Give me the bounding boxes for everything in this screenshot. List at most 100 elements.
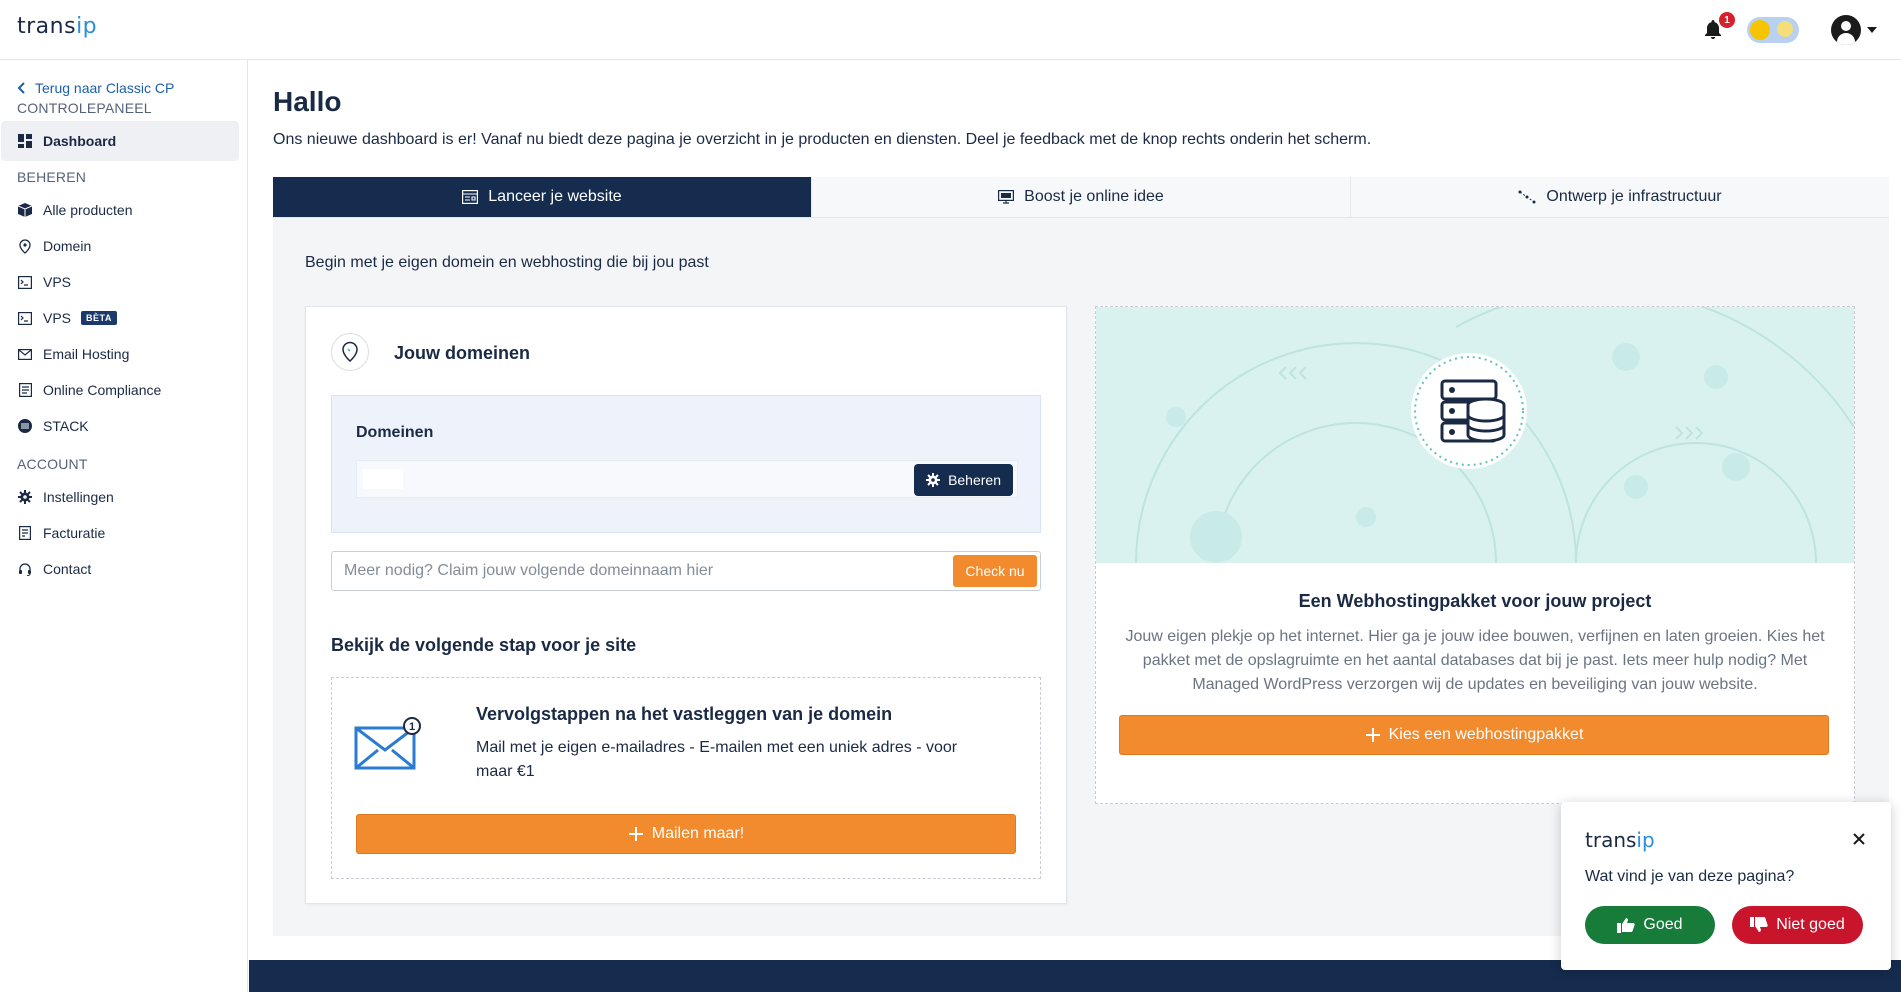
tab-label: Boost je online idee <box>1024 188 1164 205</box>
location-pin-icon <box>17 238 33 254</box>
notifications-button[interactable]: 1 <box>1701 12 1735 42</box>
domains-card-title: Jouw domeinen <box>394 343 531 363</box>
logo-text-ip: ip <box>76 14 98 39</box>
sidebar-item-label: Facturatie <box>43 525 106 541</box>
top-bar: transip 1 <box>0 0 1901 60</box>
sidebar-item-label: Instellingen <box>43 489 114 505</box>
tab-launch-website[interactable]: Lanceer je website <box>273 177 812 217</box>
terminal-icon <box>17 310 33 326</box>
sidebar-item-email-hosting[interactable]: Email Hosting <box>1 334 239 374</box>
next-step-title: Bekijk de volgende stap voor je site <box>331 635 637 655</box>
sidebar-item-contact[interactable]: Contact <box>1 549 239 589</box>
close-feedback-button[interactable] <box>1849 830 1869 850</box>
sidebar-item-online-compliance[interactable]: Online Compliance <box>1 370 239 410</box>
moon-icon <box>1777 21 1793 37</box>
document-icon <box>17 382 33 398</box>
plus-icon <box>628 827 643 841</box>
next-step-heading: Vervolgstappen na het vastleggen van je … <box>476 704 893 724</box>
tab-label: Ontwerp je infrastructuur <box>1546 188 1722 205</box>
feedback-question: Wat vind je van deze pagina? <box>1585 868 1795 885</box>
sidebar-item-vps[interactable]: VPS <box>1 262 239 302</box>
logo-text-trans: trans <box>17 14 77 39</box>
account-menu[interactable] <box>1831 15 1877 45</box>
theme-toggle[interactable] <box>1747 17 1799 43</box>
sidebar-item-all-products[interactable]: Alle producten <box>1 190 239 230</box>
gear-icon <box>17 489 33 505</box>
beta-badge: BÈTA <box>81 311 117 325</box>
mail-notification-icon: 1 <box>354 717 421 770</box>
back-link-label: Terug naar Classic CP <box>35 80 175 96</box>
transip-logo[interactable]: transip <box>17 14 97 39</box>
domains-card: Jouw domeinen Domeinen Beheren Check nu … <box>305 306 1067 904</box>
page-title: Hallo <box>273 86 342 117</box>
next-step-box: 1 Vervolgstappen na het vastleggen van j… <box>331 677 1041 879</box>
headset-icon <box>17 561 33 577</box>
start-mailing-label: Mailen maar! <box>651 825 745 842</box>
manage-domains-button[interactable]: Beheren <box>914 464 1013 496</box>
sidebar-item-label: Domein <box>43 238 92 254</box>
claim-domain-input[interactable] <box>332 552 932 590</box>
check-domain-button[interactable]: Check nu <box>953 555 1037 587</box>
sidebar: Terug naar Classic CP CONTROLEPANEEL Das… <box>0 60 248 992</box>
tab-boost-idea[interactable]: Boost je online idee <box>812 177 1351 217</box>
sidebar-item-label: VPS <box>43 310 72 326</box>
website-icon <box>462 190 479 204</box>
invoice-icon <box>17 525 33 541</box>
choose-webhosting-label: Kies een webhostingpakket <box>1388 726 1584 743</box>
webhosting-illustration <box>1096 307 1854 563</box>
section-label-account: ACCOUNT <box>17 456 88 472</box>
webhosting-title: Een Webhostingpakket voor jouw project <box>1298 591 1652 611</box>
top-right-controls: 1 <box>1701 10 1877 50</box>
back-to-classic-link[interactable]: Terug naar Classic CP <box>17 80 174 96</box>
sidebar-item-dashboard[interactable]: Dashboard <box>1 121 239 161</box>
sidebar-item-settings[interactable]: Instellingen <box>1 477 239 517</box>
thumbs-up-icon <box>1617 918 1636 933</box>
feedback-logo: transip <box>1585 828 1655 852</box>
logo-text-trans: trans <box>1585 828 1637 852</box>
domain-name-placeholder <box>363 469 403 489</box>
sidebar-item-label: Email Hosting <box>43 346 130 362</box>
sidebar-item-label: VPS <box>43 274 72 290</box>
server-illustration <box>1135 307 1854 563</box>
close-icon <box>1853 833 1865 845</box>
intro-text: Ons nieuwe dashboard is er! Vanaf nu bie… <box>273 131 1372 148</box>
sidebar-item-label: Online Compliance <box>43 382 162 398</box>
feedback-bad-button[interactable]: Niet goed <box>1732 906 1863 944</box>
panel-subtitle: Begin met je eigen domein en webhosting … <box>305 254 709 271</box>
webhosting-description: Jouw eigen plekje op het internet. Hier … <box>1125 628 1825 693</box>
sidebar-item-label: Dashboard <box>43 133 117 149</box>
plus-icon <box>1365 728 1380 742</box>
start-mailing-button[interactable]: Mailen maar! <box>356 814 1016 854</box>
tab-design-infrastructure[interactable]: Ontwerp je infrastructuur <box>1351 177 1889 217</box>
network-icon <box>1518 190 1536 204</box>
monitor-icon <box>998 190 1015 204</box>
box-icon <box>17 202 33 218</box>
sidebar-item-invoicing[interactable]: Facturatie <box>1 513 239 553</box>
dashboard-icon <box>17 133 33 149</box>
mail-badge-count: 1 <box>409 721 415 733</box>
feedback-good-label: Goed <box>1643 916 1683 933</box>
feedback-bad-label: Niet goed <box>1776 916 1845 933</box>
feedback-good-button[interactable]: Goed <box>1585 906 1715 944</box>
terminal-icon <box>17 274 33 290</box>
domain-row: Beheren <box>356 460 1018 498</box>
tab-label: Lanceer je website <box>488 188 622 205</box>
sidebar-item-vps-beta[interactable]: VPS BÈTA <box>1 298 239 338</box>
chevron-down-icon <box>1867 27 1877 33</box>
section-label-control: CONTROLEPANEEL <box>17 100 152 116</box>
sidebar-item-domain[interactable]: Domein <box>1 226 239 266</box>
mail-icon <box>17 346 33 362</box>
choose-webhosting-button[interactable]: Kies een webhostingpakket <box>1119 715 1829 755</box>
feedback-popup: transip Wat vind je van deze pagina? Goe… <box>1561 802 1891 970</box>
tab-bar: Lanceer je website Boost je online idee … <box>273 177 1889 218</box>
notification-badge: 1 <box>1719 12 1735 28</box>
logo-text-ip: ip <box>1636 828 1655 852</box>
webhosting-card: Een Webhostingpakket voor jouw project J… <box>1095 306 1855 804</box>
section-label-manage: BEHEREN <box>17 169 87 185</box>
domains-label: Domeinen <box>356 424 434 441</box>
sidebar-item-stack[interactable]: STACK <box>1 406 239 446</box>
stack-icon <box>17 418 33 434</box>
sun-icon <box>1750 20 1770 40</box>
claim-domain-field: Check nu <box>331 551 1041 591</box>
sidebar-item-label: Alle producten <box>43 202 133 218</box>
